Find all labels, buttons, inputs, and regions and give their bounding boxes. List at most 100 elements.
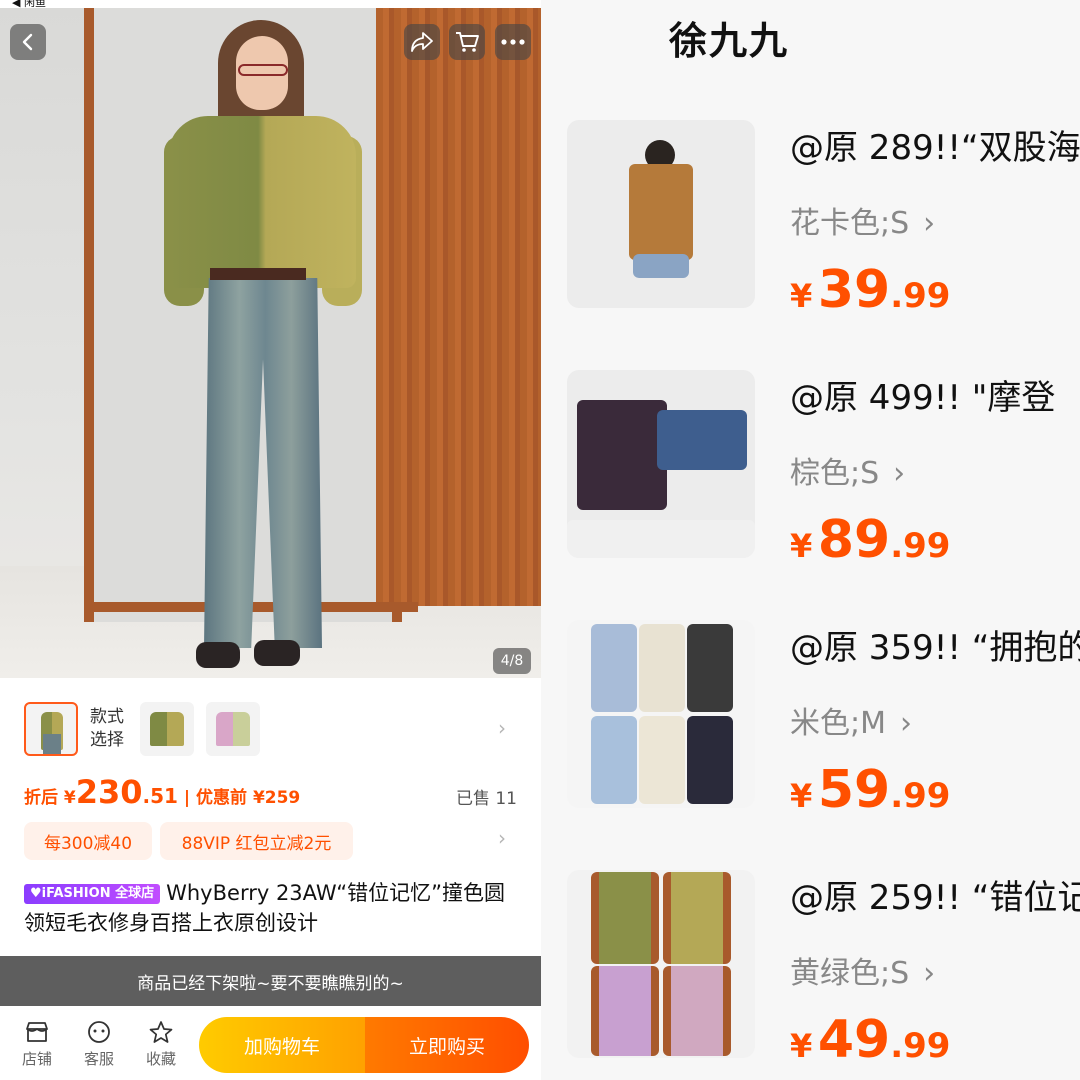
- list-item[interactable]: @原 259!! “错位记 黄绿色;S › ¥ 49.99: [541, 870, 1080, 1080]
- chevron-right-icon: ›: [923, 206, 936, 241]
- item-thumbnail[interactable]: [567, 870, 755, 1058]
- item-title: @原 359!! “拥抱的: [790, 628, 1080, 668]
- thumb-figure: [591, 716, 637, 804]
- back-button[interactable]: [10, 24, 46, 60]
- price-decimal: .99: [890, 526, 951, 566]
- swatch-thumb: [150, 712, 184, 746]
- style-swatch-green[interactable]: [140, 702, 194, 756]
- item-thumbnail[interactable]: [567, 120, 755, 308]
- share-button[interactable]: [404, 24, 440, 60]
- thumb-figure: [663, 966, 731, 1056]
- price-decimal: .51: [142, 784, 178, 808]
- offline-notice[interactable]: 商品已经下架啦~要不要瞧瞧别的~: [0, 956, 541, 1006]
- item-title: @原 289!!“双股海: [790, 128, 1080, 168]
- chevron-right-icon[interactable]: ›: [498, 716, 506, 740]
- back-to-app-label[interactable]: ◀ 闲鱼: [12, 0, 46, 10]
- style-select-label[interactable]: 款式 选择: [90, 706, 124, 752]
- currency-symbol: ¥: [790, 777, 813, 815]
- thumb-figure: [657, 410, 747, 470]
- add-to-cart-button[interactable]: 加购物车: [199, 1017, 365, 1073]
- chevron-left-icon: [22, 33, 33, 51]
- item-title: @原 499!! "摩登: [790, 378, 1056, 418]
- thumb-figure: [629, 164, 693, 260]
- item-thumbnail[interactable]: [567, 370, 755, 558]
- thumb-figure: [591, 872, 659, 964]
- item-title: @原 259!! “错位记: [790, 878, 1080, 918]
- price-integer: 49: [817, 1010, 891, 1070]
- model-belt: [210, 268, 306, 280]
- style-swatch-pink[interactable]: [206, 702, 260, 756]
- price-integer: 59: [817, 760, 891, 820]
- item-spec[interactable]: 米色;M ›: [790, 698, 912, 742]
- item-spec[interactable]: 黄绿色;S ›: [790, 948, 935, 992]
- shop-name: 徐九九: [669, 19, 790, 63]
- original-price: | 优惠前 ¥259: [177, 788, 301, 808]
- promo-tag[interactable]: 88VIP 红包立减2元: [160, 822, 353, 860]
- item-spec-label: 花卡色;S: [790, 206, 910, 241]
- thumb-caption-strip: [567, 520, 755, 558]
- list-item[interactable]: @原 499!! "摩登 棕色;S › ¥ 89.99: [541, 370, 1080, 610]
- item-spec[interactable]: 棕色;S ›: [790, 448, 905, 492]
- list-item[interactable]: @原 289!!“双股海 花卡色;S › ¥ 39.99: [541, 120, 1080, 360]
- currency-symbol: ¥: [790, 527, 813, 565]
- favorite-label: 收藏: [145, 1050, 176, 1068]
- model-sweater: [168, 116, 356, 288]
- item-spec[interactable]: 花卡色;S ›: [790, 198, 935, 242]
- model-shoe: [196, 642, 240, 668]
- price-decimal: .99: [890, 276, 951, 316]
- price-integer: 89: [817, 510, 891, 570]
- item-price: ¥ 59.99: [790, 760, 950, 820]
- cart-icon: [456, 32, 479, 52]
- list-item[interactable]: @原 359!! “拥抱的 米色;M › ¥ 59.99: [541, 620, 1080, 860]
- share-icon: [411, 32, 433, 52]
- promo-tag[interactable]: 每300减40: [24, 822, 152, 860]
- thumb-figure: [687, 716, 733, 804]
- item-price: ¥ 39.99: [790, 260, 950, 320]
- item-spec-label: 黄绿色;S: [790, 956, 910, 991]
- model-glasses: [238, 64, 288, 76]
- shop-button[interactable]: 店铺: [14, 1020, 60, 1069]
- star-icon: [149, 1021, 173, 1043]
- more-icon: [501, 39, 525, 45]
- chevron-right-icon: ›: [923, 956, 936, 991]
- wood-panel: [376, 6, 541, 606]
- item-spec-label: 棕色;S: [790, 456, 880, 491]
- chevron-right-icon: ›: [893, 456, 906, 491]
- more-button[interactable]: [495, 24, 531, 60]
- customer-service-button[interactable]: 客服: [76, 1020, 122, 1069]
- item-thumbnail[interactable]: [567, 620, 755, 808]
- swatch-thumb: [43, 734, 61, 754]
- thumb-figure: [591, 624, 637, 712]
- shop-list-panel: 徐九九 @原 289!!“双股海 花卡色;S › ¥ 39.99 @原 499!!…: [541, 0, 1080, 1080]
- sold-count: 已售 11: [455, 789, 517, 809]
- product-title-block: ♥iFASHION 全球店 WhyBerry 23AW“错位记忆”撞色圆领短毛衣修…: [24, 878, 524, 938]
- status-bar: ◀ 闲鱼: [0, 0, 541, 10]
- product-image[interactable]: 4/8: [0, 6, 541, 678]
- style-swatch-selected[interactable]: [24, 702, 78, 756]
- thumb-figure: [639, 716, 685, 804]
- item-price: ¥ 49.99: [790, 1010, 950, 1070]
- style-selector: 款式 选择 ›: [0, 680, 541, 780]
- model-shoe: [254, 640, 300, 666]
- thumb-figure: [577, 400, 667, 510]
- chevron-right-icon[interactable]: ›: [498, 826, 506, 850]
- shop-label: 店铺: [21, 1050, 52, 1068]
- thumb-figure: [633, 254, 689, 278]
- currency-symbol: ¥: [790, 1027, 813, 1065]
- price-row: 折后 ¥230.51 | 优惠前 ¥259: [24, 773, 524, 813]
- brand-badge: ♥iFASHION 全球店: [24, 884, 161, 904]
- thumb-figure: [591, 966, 659, 1056]
- item-price: ¥ 89.99: [790, 510, 950, 570]
- cart-button[interactable]: [449, 24, 485, 60]
- item-spec-label: 米色;M: [790, 706, 886, 741]
- thumb-figure: [639, 624, 685, 712]
- price-prefix: 折后 ¥: [24, 788, 76, 808]
- buy-now-button[interactable]: 立即购买: [365, 1017, 529, 1073]
- shop-icon: [26, 1022, 48, 1042]
- image-counter: 4/8: [493, 648, 531, 674]
- thumb-figure: [687, 624, 733, 712]
- favorite-button[interactable]: 收藏: [138, 1020, 184, 1069]
- service-label: 客服: [83, 1050, 114, 1068]
- chat-face-icon: [88, 1021, 110, 1043]
- swatch-thumb: [216, 712, 250, 746]
